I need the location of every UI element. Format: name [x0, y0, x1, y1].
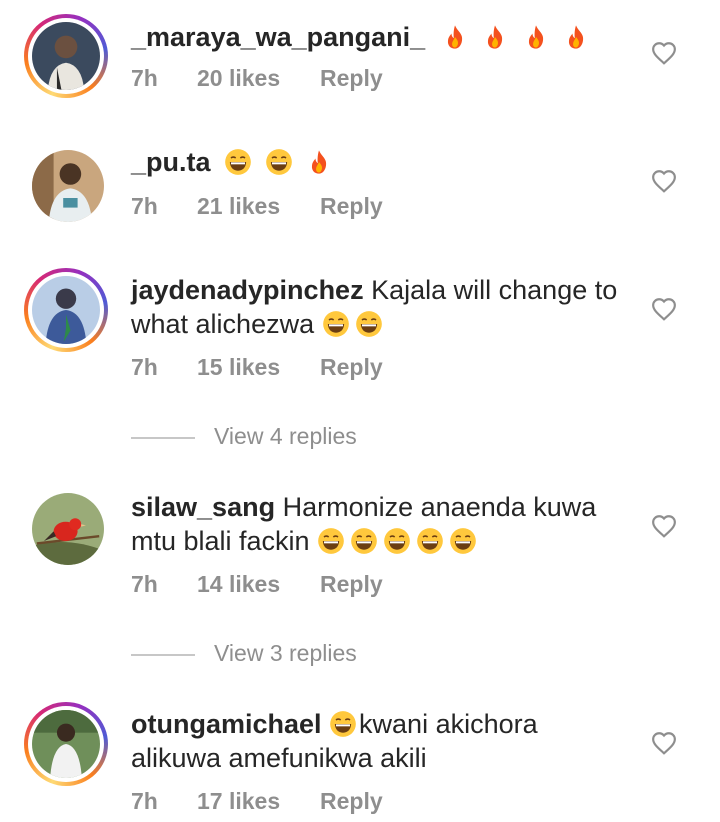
- view-replies-button[interactable]: View 4 replies: [131, 423, 357, 450]
- comment-time: 7h: [131, 571, 158, 597]
- laughing-emoji-icon: [265, 149, 292, 175]
- comment-time: 7h: [131, 193, 158, 219]
- emoji-group: [441, 22, 596, 52]
- like-heart-icon[interactable]: [651, 514, 677, 538]
- comment-username[interactable]: otungamichael: [131, 709, 322, 739]
- fire-emoji-icon: [311, 150, 327, 174]
- emoji-group: [314, 309, 388, 339]
- laughing-emoji-icon: [355, 311, 382, 337]
- laughing-emoji-icon: [384, 528, 410, 554]
- reply-button[interactable]: Reply: [320, 65, 383, 92]
- replies-divider: [131, 653, 195, 656]
- comment-meta: 7h 21 likes Reply: [131, 193, 383, 220]
- avatar[interactable]: [24, 268, 108, 352]
- like-heart-icon[interactable]: [651, 731, 677, 755]
- comment-meta: 7h 17 likes Reply: [131, 788, 383, 815]
- comment-time: 7h: [131, 65, 158, 91]
- fire-emoji-icon: [569, 25, 584, 49]
- emoji-group: [329, 709, 359, 739]
- like-heart-icon[interactable]: [651, 169, 677, 193]
- emoji-group: [317, 526, 482, 556]
- comment-text: _pu.ta: [131, 145, 631, 179]
- fire-emoji-icon: [447, 25, 462, 49]
- reply-button[interactable]: Reply: [320, 193, 383, 220]
- laughing-emoji-icon: [330, 711, 356, 737]
- avatar[interactable]: [32, 493, 104, 565]
- comment-meta: 7h 15 likes Reply: [131, 354, 383, 381]
- comment-likes[interactable]: 14 likes: [197, 571, 320, 598]
- laughing-emoji-icon: [417, 528, 443, 554]
- like-heart-icon[interactable]: [651, 297, 677, 321]
- avatar[interactable]: [24, 14, 108, 98]
- comment-text: silaw_sang Harmonize anaenda kuwa mtu bl…: [131, 490, 631, 558]
- laughing-emoji-icon: [450, 528, 476, 554]
- comment-text: jaydenadypinchez Kajala will change to w…: [131, 273, 631, 341]
- view-replies-label: View 4 replies: [214, 423, 357, 449]
- view-replies-button[interactable]: View 3 replies: [131, 640, 357, 667]
- avatar-image: [32, 710, 100, 778]
- fire-emoji-icon: [528, 25, 543, 49]
- emoji-group: [224, 147, 338, 177]
- comment-time: 7h: [131, 354, 158, 380]
- avatar-image: [32, 150, 104, 222]
- laughing-emoji-icon: [225, 149, 251, 175]
- comment-text: _maraya_wa_pangani_: [131, 20, 631, 54]
- reply-button[interactable]: Reply: [320, 354, 383, 381]
- comment-username[interactable]: _maraya_wa_pangani_: [131, 22, 425, 52]
- fire-emoji-icon: [488, 25, 503, 49]
- reply-button[interactable]: Reply: [320, 571, 383, 598]
- comment-text: otungamichael kwani akichora alikuwa ame…: [131, 707, 631, 775]
- avatar-image: [32, 276, 100, 344]
- comment-likes[interactable]: 15 likes: [197, 354, 320, 381]
- comment-meta: 7h 14 likes Reply: [131, 571, 383, 598]
- replies-divider: [131, 436, 195, 439]
- comment-username[interactable]: jaydenadypinchez: [131, 275, 364, 305]
- laughing-emoji-icon: [322, 311, 349, 337]
- laughing-emoji-icon: [318, 528, 344, 554]
- avatar-image: [32, 493, 104, 565]
- comment-likes[interactable]: 20 likes: [197, 65, 320, 92]
- avatar[interactable]: [32, 150, 104, 222]
- laughing-emoji-icon: [351, 528, 377, 554]
- like-heart-icon[interactable]: [651, 41, 677, 65]
- comment-username[interactable]: silaw_sang: [131, 492, 275, 522]
- comment-time: 7h: [131, 788, 158, 814]
- comment-meta: 7h 20 likes Reply: [131, 65, 383, 92]
- comment-likes[interactable]: 21 likes: [197, 193, 320, 220]
- comment-username[interactable]: _pu.ta: [131, 147, 211, 177]
- avatar[interactable]: [24, 702, 108, 786]
- reply-button[interactable]: Reply: [320, 788, 383, 815]
- comment-likes[interactable]: 17 likes: [197, 788, 320, 815]
- avatar-image: [32, 22, 100, 90]
- view-replies-label: View 3 replies: [214, 640, 357, 666]
